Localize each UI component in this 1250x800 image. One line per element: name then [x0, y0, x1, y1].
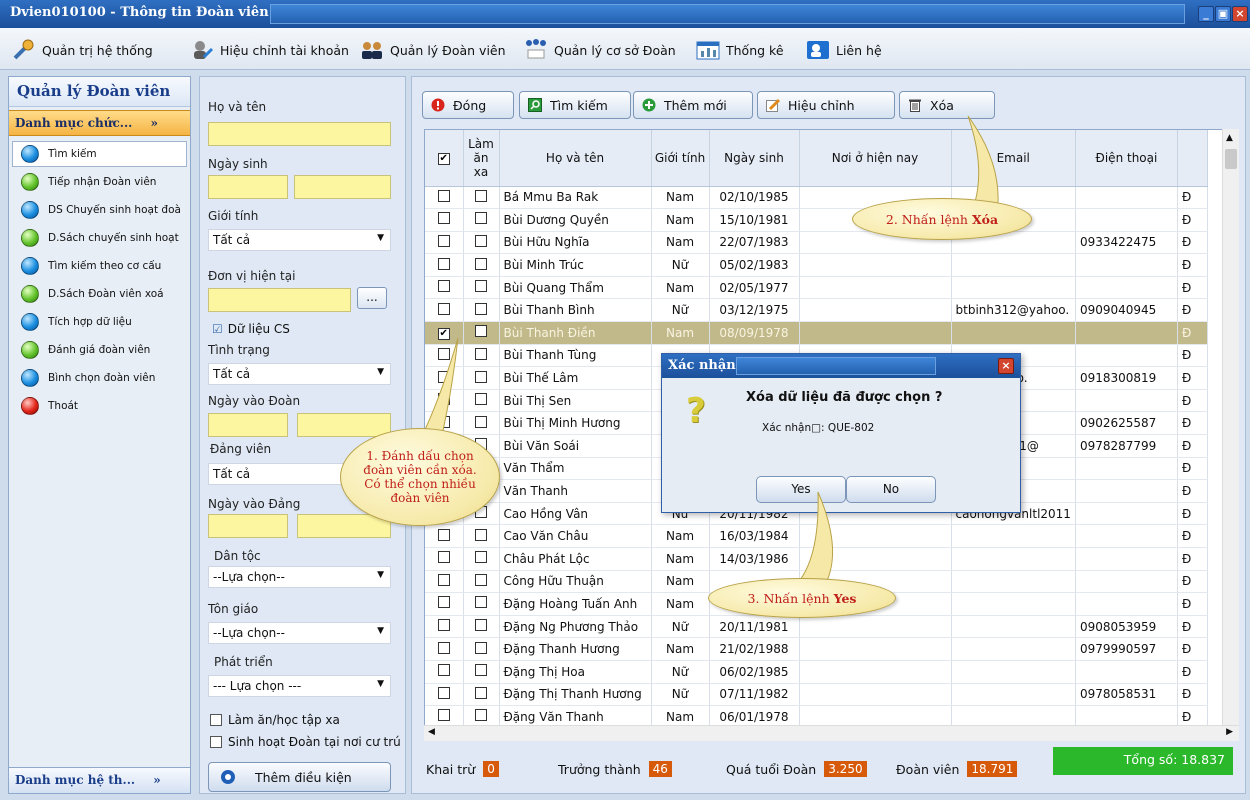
callout-step-2-text: 2. Nhấn lệnh	[885, 211, 968, 227]
callout-step-1: 1. Đánh dấu chọn đoàn viên cần xóa. Có t…	[340, 428, 500, 526]
callout-step-3: 3. Nhấn lệnh Yes	[708, 578, 896, 618]
callout-tails	[419, 115, 999, 591]
callout-step-2-bold: Xóa	[971, 211, 999, 227]
callout-step-3-bold: Yes	[833, 590, 857, 606]
callout-step-3-text: 3. Nhấn lệnh	[747, 590, 830, 606]
callout-step-2: 2. Nhấn lệnh Xóa	[852, 198, 1032, 240]
